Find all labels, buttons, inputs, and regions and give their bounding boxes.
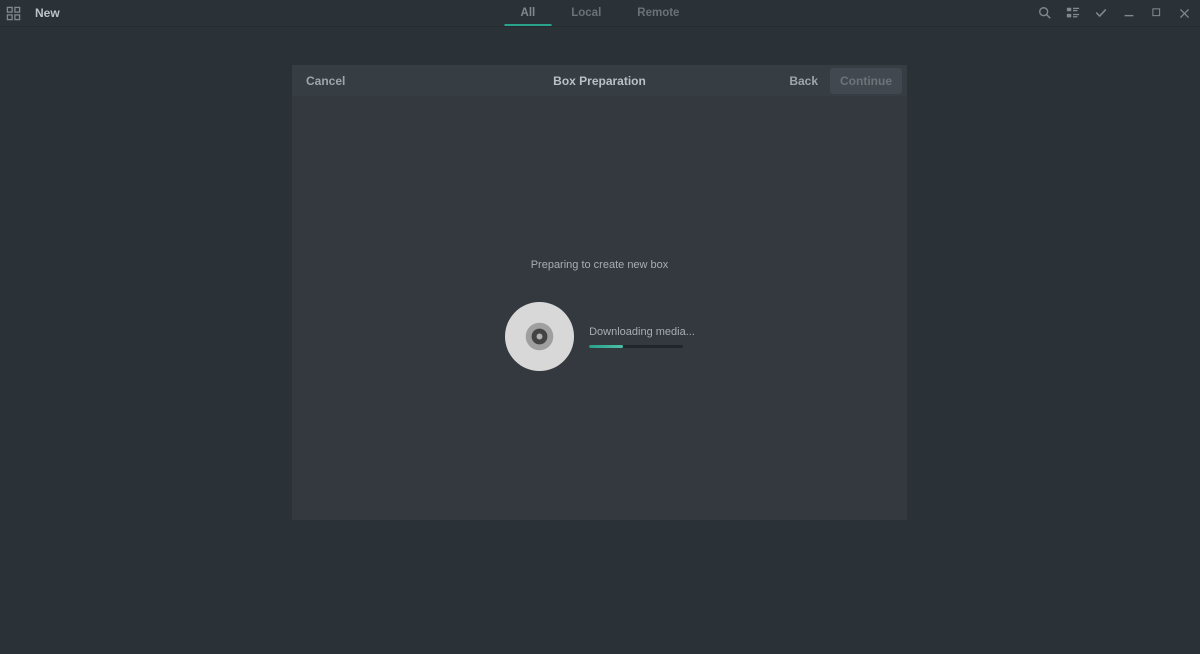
download-column: Downloading media... xyxy=(589,326,695,348)
grid-list-icon[interactable] xyxy=(1065,6,1080,21)
box-creation-dialog: Cancel Box Preparation Back Continue Pre… xyxy=(292,65,907,520)
minimize-icon[interactable] xyxy=(1121,6,1136,21)
preparing-label: Preparing to create new box xyxy=(531,259,669,271)
dialog-body: Preparing to create new box Downloading … xyxy=(292,96,907,520)
new-button[interactable]: New xyxy=(35,6,60,20)
search-icon[interactable] xyxy=(1037,6,1052,21)
topbar-right xyxy=(1037,6,1196,21)
topbar-left: New xyxy=(0,6,60,21)
maximize-icon[interactable] xyxy=(1149,6,1164,21)
download-progress xyxy=(589,345,683,348)
dialog-header-right: Back Continue xyxy=(781,68,902,94)
cancel-button[interactable]: Cancel xyxy=(298,68,353,94)
tab-local[interactable]: Local xyxy=(553,0,619,26)
downloading-label: Downloading media... xyxy=(589,326,695,338)
disc-media-icon xyxy=(504,301,575,372)
topbar: New All Local Remote xyxy=(0,0,1200,27)
dialog-title: Box Preparation xyxy=(553,74,646,88)
tab-all[interactable]: All xyxy=(503,0,554,26)
back-button[interactable]: Back xyxy=(781,68,826,94)
continue-button: Continue xyxy=(830,68,902,94)
dialog-header: Cancel Box Preparation Back Continue xyxy=(292,65,907,96)
download-status-row: Downloading media... xyxy=(504,301,695,372)
close-icon[interactable] xyxy=(1177,6,1192,21)
boxes-app-icon xyxy=(6,6,21,21)
view-tabs: All Local Remote xyxy=(503,0,698,26)
download-progress-fill xyxy=(589,345,623,348)
tab-remote[interactable]: Remote xyxy=(619,0,697,26)
select-icon[interactable] xyxy=(1093,6,1108,21)
